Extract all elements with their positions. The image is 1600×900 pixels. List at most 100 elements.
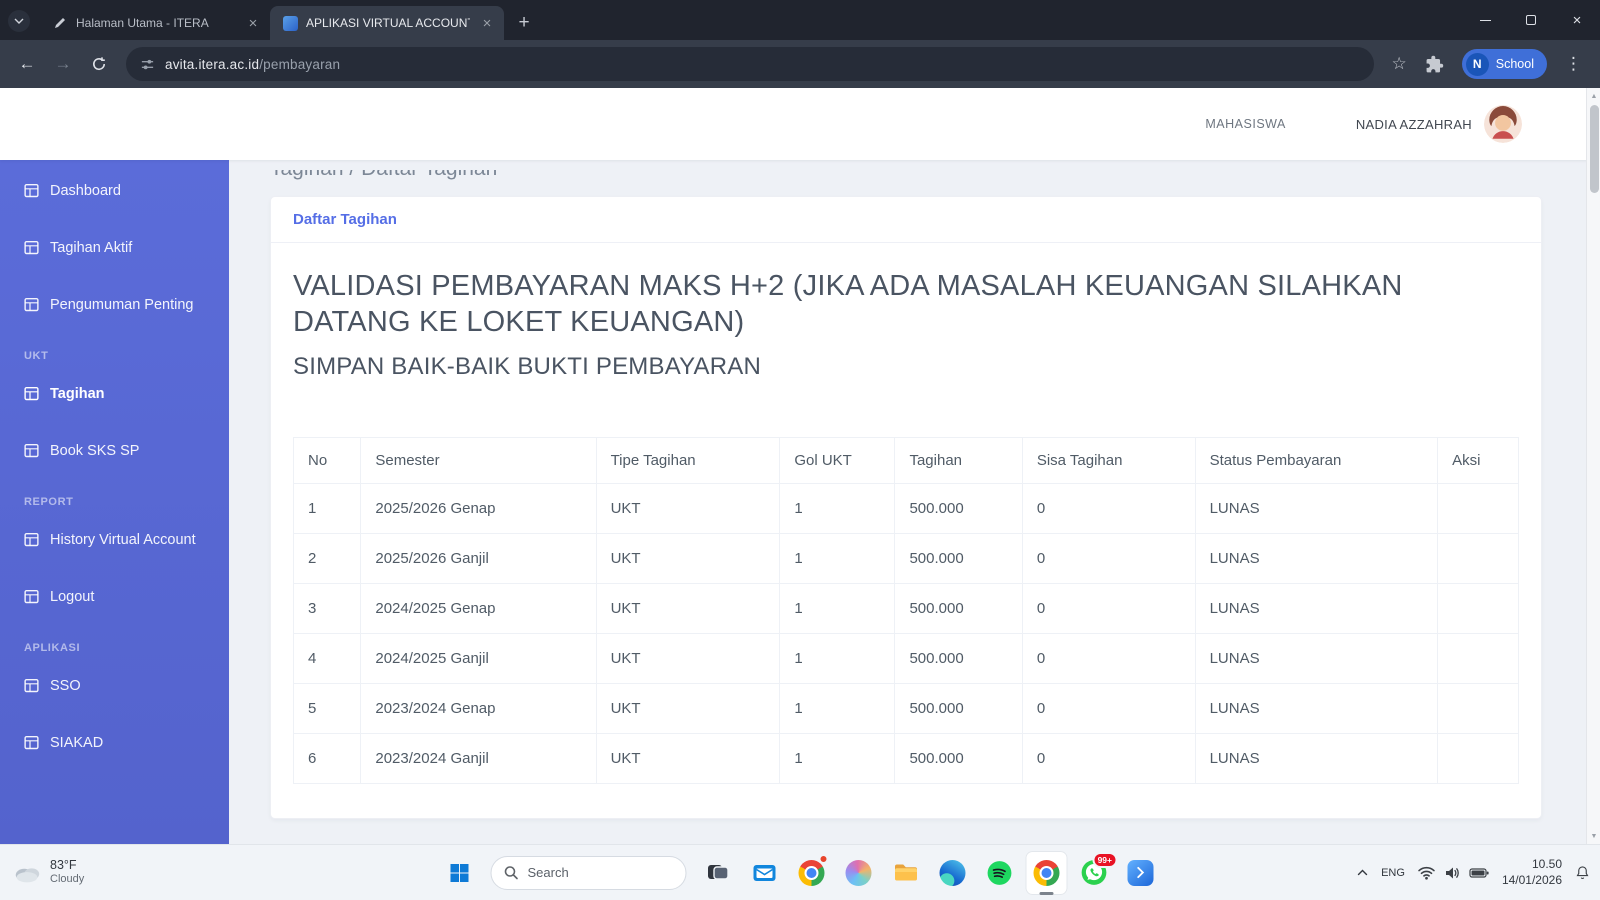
page-scrollbar[interactable]: ▲ ▼ [1586,88,1600,844]
browser-profile-chip[interactable]: N School [1461,49,1547,79]
windows-logo-icon [450,863,469,882]
language-indicator[interactable]: ENG [1381,867,1405,879]
grid-icon [24,735,39,750]
cell-tipe: UKT [595,582,781,634]
grid-icon [24,297,39,312]
browser-tab-avita[interactable]: APLIKASI VIRTUAL ACCOUNT IT × [270,6,504,40]
search-icon [504,866,518,880]
cell-no: 3 [292,582,362,634]
cell-no: 6 [292,732,362,784]
extensions-icon[interactable] [1417,55,1452,74]
page-viewport: MAHASISWA NADIA AZZAHRAH Dashboard Tagih… [0,88,1600,844]
browser-tab-itera[interactable]: Halaman Utama - ITERA × [40,6,270,40]
taskbar: 83°F Cloudy Search 99+ ENG 10.50 14/01/2… [0,844,1600,900]
cell-sisa: 0 [1021,532,1196,584]
scroll-up-arrow[interactable]: ▲ [1587,89,1600,103]
back-button[interactable]: ← [10,47,44,81]
itera-favicon-icon [52,15,68,31]
whatsapp-icon[interactable]: 99+ [1073,851,1118,895]
grid-icon [24,532,39,547]
browser-tab-strip: Halaman Utama - ITERA × APLIKASI VIRTUAL… [0,0,1600,40]
sidebar: Dashboard Tagihan Aktif Pengumuman Penti… [0,160,229,844]
quick-share-icon[interactable] [1120,851,1162,895]
cell-tipe: UKT [595,632,781,684]
profile-name: School [1495,57,1534,71]
sidebar-item-tagihan-aktif[interactable]: Tagihan Aktif [0,219,229,276]
reload-icon [93,57,106,70]
cell-tagihan: 500.000 [894,632,1023,684]
sidebar-item-dashboard[interactable]: Dashboard [0,162,229,219]
chrome-icon[interactable] [791,851,833,895]
notification-bell-icon[interactable] [1575,865,1590,880]
sidebar-item-pengumuman-penting[interactable]: Pengumuman Penting [0,276,229,333]
weather-widget[interactable]: 83°F Cloudy [12,845,84,900]
cell-gol: 1 [779,582,896,634]
profile-avatar: N [1465,52,1489,76]
cell-gol: 1 [779,532,896,584]
copilot-icon[interactable] [838,851,880,895]
file-explorer-icon[interactable] [885,851,927,895]
tab-close-icon[interactable]: × [244,14,262,32]
app-header: MAHASISWA NADIA AZZAHRAH [0,88,1600,160]
sidebar-item-book-sks-sp[interactable]: Book SKS SP [0,422,229,479]
task-view-icon[interactable] [697,851,739,895]
minimize-button[interactable] [1462,0,1508,40]
address-bar[interactable]: avita.itera.ac.id/pembayaran [126,47,1374,81]
table-row: 1 2025/2026 Genap UKT 1 500.000 0 LUNAS [292,482,1519,534]
column-header: Semester [360,436,597,484]
column-header: Gol UKT [779,436,896,484]
edge-icon[interactable] [932,851,974,895]
scrollbar-thumb[interactable] [1589,105,1599,193]
start-button[interactable] [439,851,481,895]
sidebar-item-tagihan[interactable]: Tagihan [0,365,229,422]
table-header-row: No Semester Tipe Tagihan Gol UKT Tagihan… [292,436,1519,484]
new-tab-button[interactable]: + [510,8,538,36]
cell-tipe: UKT [595,532,781,584]
tray-status-icons[interactable] [1418,866,1489,880]
column-header: Aksi [1437,436,1519,484]
browser-toolbar: ← → avita.itera.ac.id/pembayaran ☆ N Sch… [0,40,1600,88]
cell-sisa: 0 [1021,682,1196,734]
column-header: Tagihan [894,436,1023,484]
reload-button[interactable] [82,47,116,81]
column-header: Tipe Tagihan [595,436,781,484]
spotify-icon[interactable] [979,851,1021,895]
avita-favicon-icon [282,15,298,31]
grid-icon [24,589,39,604]
cell-status: LUNAS [1194,482,1439,534]
sidebar-item-history-virtual-account[interactable]: History Virtual Account [0,511,229,568]
taskbar-search[interactable]: Search [490,855,687,890]
user-menu[interactable]: NADIA AZZAHRAH [1356,105,1522,143]
cell-tipe: UKT [595,482,781,534]
outlook-icon[interactable] [744,851,786,895]
tab-close-icon[interactable]: × [478,14,496,32]
weather-temp: 83°F [50,857,77,872]
tab-search-button[interactable] [8,10,30,32]
taskbar-center: Search 99+ [439,845,1162,900]
browser-menu-icon[interactable]: ⋮ [1557,54,1590,74]
cell-tagihan: 500.000 [894,482,1023,534]
bookmark-star-icon[interactable]: ☆ [1384,54,1415,74]
cell-status: LUNAS [1194,632,1439,684]
sidebar-item-label: Tagihan Aktif [50,239,133,256]
sidebar-item-logout[interactable]: Logout [0,568,229,625]
maximize-button[interactable] [1508,0,1554,40]
tray-chevron-icon[interactable] [1357,869,1368,876]
cell-aksi [1437,632,1519,684]
forward-button[interactable]: → [46,47,80,81]
sidebar-item-label: History Virtual Account [50,531,196,548]
cell-tipe: UKT [595,732,781,784]
user-name: NADIA AZZAHRAH [1355,116,1472,132]
close-window-button[interactable]: × [1554,0,1600,40]
sidebar-item-sso[interactable]: SSO [0,657,229,714]
site-info-icon[interactable] [140,57,155,72]
sidebar-item-siakad[interactable]: SIAKAD [0,714,229,771]
taskbar-clock[interactable]: 10.50 14/01/2026 [1502,857,1562,888]
table-row: 6 2023/2024 Ganjil UKT 1 500.000 0 LUNAS [292,732,1519,784]
sidebar-section-report: REPORT [24,496,74,508]
cell-gol: 1 [779,482,896,534]
scroll-down-arrow[interactable]: ▼ [1587,829,1600,843]
cell-semester: 2024/2025 Ganjil [360,632,597,684]
user-avatar[interactable] [1484,105,1522,143]
chrome-active-icon[interactable] [1025,850,1068,895]
